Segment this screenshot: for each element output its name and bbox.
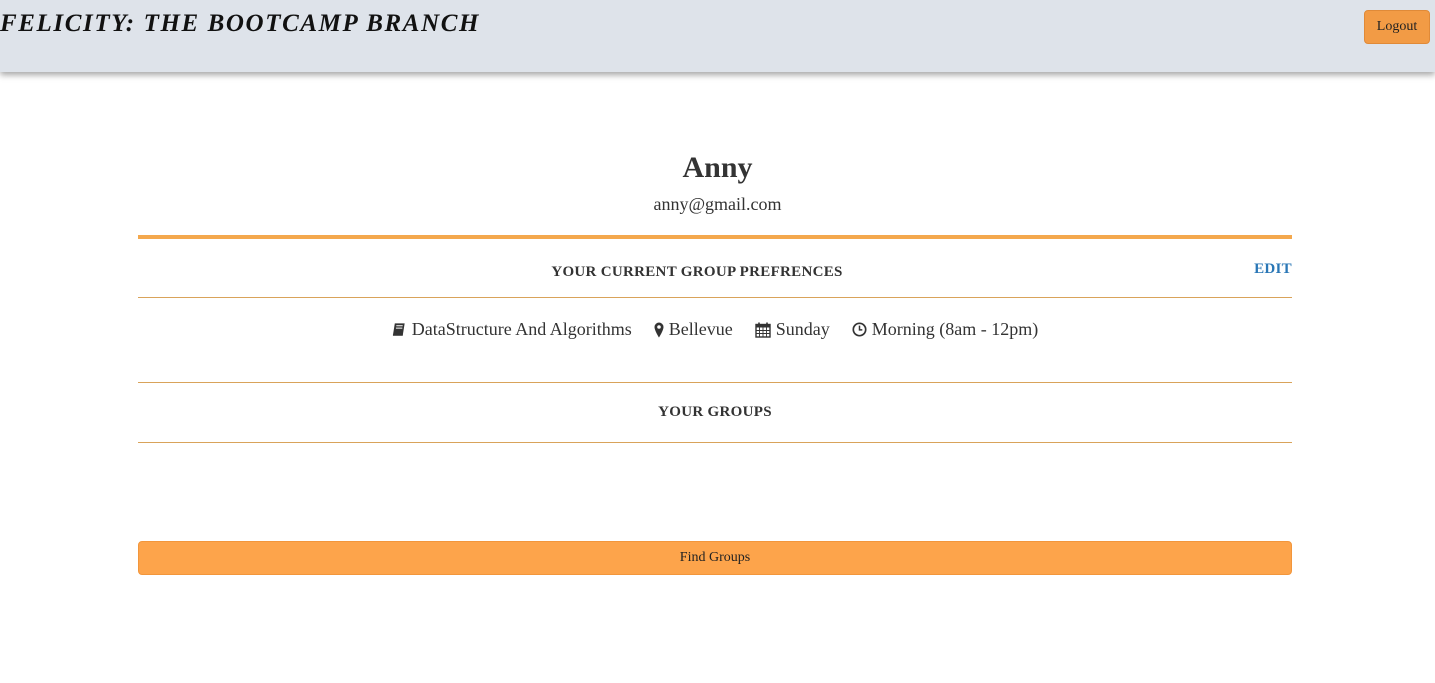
preference-topic-label: DataStructure And Algorithms [411,319,632,339]
profile-email: anny@gmail.com [653,194,782,214]
book-icon [392,322,407,337]
preference-location-label: Bellevue [668,319,733,339]
clock-icon [852,322,867,337]
profile-content: YOUR CURRENT GROUP PREFRENCES EDIT DataS… [138,235,1292,575]
preferences-header: YOUR CURRENT GROUP PREFRENCES EDIT [138,239,1292,298]
preference-day-label: Sunday [775,319,830,339]
preferences-title: YOUR CURRENT GROUP PREFRENCES [551,264,843,280]
preference-time: Morning (8am - 12pm) [852,319,1038,340]
groups-title: YOUR GROUPS [138,383,1292,443]
preference-location: Bellevue [654,319,733,340]
map-marker-icon [654,322,664,338]
navbar: FELICITY: THE BOOTCAMP BRANCH Logout [0,0,1435,72]
brand-title: FELICITY: THE BOOTCAMP BRANCH [0,10,481,37]
preference-day: Sunday [755,319,830,340]
preference-topic: DataStructure And Algorithms [392,319,632,340]
preference-time-label: Morning (8am - 12pm) [871,319,1039,339]
edit-preferences-link[interactable]: EDIT [1254,261,1292,278]
find-groups-button[interactable]: Find Groups [138,541,1292,575]
preferences-list: DataStructure And Algorithms Bellevue Su… [138,298,1292,383]
logout-button[interactable]: Logout [1364,10,1430,44]
groups-list [138,443,1292,541]
profile-name: Anny [682,151,753,184]
calendar-icon [755,322,771,338]
